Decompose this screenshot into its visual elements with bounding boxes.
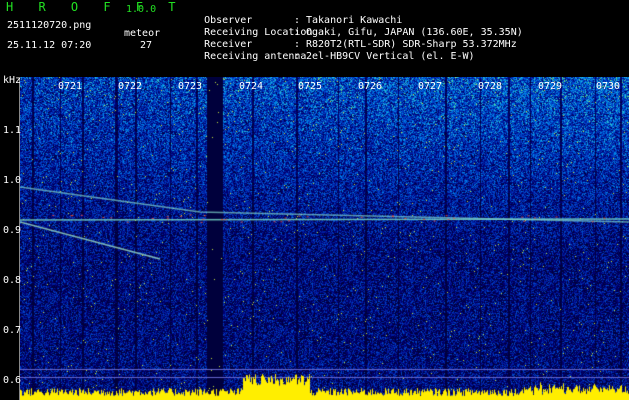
- x-tick-label: 0723: [178, 81, 203, 92]
- y-tick-label: 0.7: [3, 325, 22, 336]
- antenna-value: 2el-HB9CV Vertical (el. E-W): [306, 51, 475, 62]
- timestamp: 25.11.12 07:20: [7, 40, 92, 51]
- receiver-value: R820T2(RTL-SDR) SDR-Sharp 53.372MHz: [306, 39, 517, 50]
- y-axis-unit: kHz: [3, 75, 22, 86]
- y-tick-label: 0.9: [3, 225, 22, 236]
- x-tick-label: 0724: [239, 81, 264, 92]
- x-tick-label: 0730: [596, 81, 621, 92]
- antenna-row: Receiving antenna:2el-HB9CV Vertical (el…: [180, 40, 474, 73]
- y-tick-label: 1.1: [3, 125, 22, 136]
- y-tick-label: 0.8: [3, 275, 22, 286]
- x-tick-label: 0729: [538, 81, 563, 92]
- x-tick-label: 0721: [58, 81, 83, 92]
- y-tick-label: 1.0: [3, 175, 22, 186]
- x-tick-label: 0726: [358, 81, 383, 92]
- file-name: 2511120720.png: [7, 20, 92, 31]
- app-title: H R O F F T: [6, 0, 185, 14]
- location-value: Ogaki, Gifu, JAPAN (136.60E, 35.35N): [306, 27, 523, 38]
- y-tick-label: 0.6: [3, 375, 22, 386]
- antenna-label: Receiving antenna: [204, 51, 307, 62]
- app-version: 1.0.0: [126, 4, 157, 15]
- spectrogram-plot: [20, 77, 629, 400]
- meteor-count: 27: [140, 40, 153, 51]
- x-tick-label: 0725: [298, 81, 323, 92]
- location-sep: :: [294, 27, 301, 38]
- antenna-sep: :: [294, 51, 301, 62]
- x-tick-label: 0728: [478, 81, 503, 92]
- meteor-label: meteor: [124, 28, 161, 39]
- observer-value: Takanori Kawachi: [306, 15, 403, 26]
- x-tick-label: 0722: [118, 81, 143, 92]
- x-tick-label: 0727: [418, 81, 443, 92]
